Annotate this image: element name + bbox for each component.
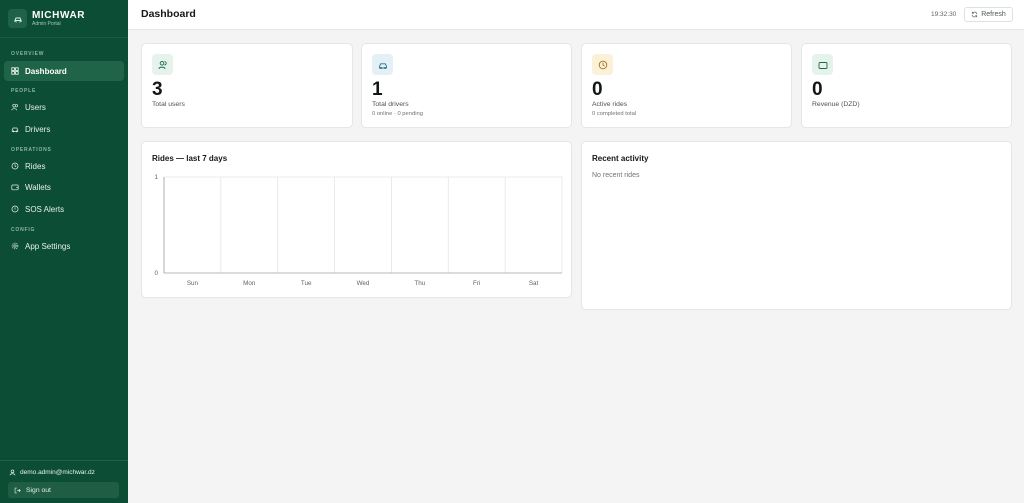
y-tick-label: 0 (154, 270, 158, 277)
nav-label-users: Users (25, 102, 46, 112)
car-icon (11, 127, 19, 133)
nav-label-sos-alerts: SOS Alerts (25, 204, 65, 214)
brand-name: MICHWAR (32, 9, 86, 21)
nav-label-drivers: Drivers (25, 124, 51, 134)
stat-subtext: 0 completed total (592, 111, 637, 117)
x-tick-label: Wed (357, 280, 370, 287)
user-icon (9, 469, 16, 476)
refresh-label: Refresh (981, 11, 1006, 18)
stat-value: 0 (812, 79, 823, 100)
x-tick-label: Fri (473, 280, 480, 287)
sidebar-footer: demo.admin@michwar.dz Sign out (0, 460, 128, 503)
nav-item-drivers[interactable]: Drivers (4, 119, 124, 139)
x-tick-label: Tue (301, 280, 312, 287)
users-icon (152, 54, 173, 75)
brand: MICHWAR Admin Portal (0, 0, 128, 38)
stat-value: 0 (592, 79, 603, 100)
stat-subtext: 0 online · 0 pending (372, 111, 423, 117)
grid-icon (11, 67, 19, 75)
stat-card-active-rides: 0 Active rides 0 completed total (581, 43, 792, 128)
car-icon (372, 54, 393, 75)
stat-label: Revenue (DZD) (812, 101, 860, 108)
nav-item-wallets[interactable]: Wallets (4, 177, 124, 197)
wallet-icon (812, 54, 833, 75)
refresh-icon (971, 11, 978, 18)
rides-chart: 0 1 Sun Mon Tue Wed Thu Fri Sat (154, 174, 563, 287)
nav-label-rides: Rides (25, 161, 46, 171)
x-tick-label: Sun (187, 280, 199, 287)
x-tick-label: Sat (529, 280, 539, 287)
alert-circle-icon (11, 205, 19, 213)
x-tick-label: Thu (414, 280, 425, 287)
users-icon (11, 103, 18, 111)
nav-item-users[interactable]: Users (4, 97, 124, 117)
refresh-button[interactable]: Refresh (964, 7, 1013, 22)
stat-value: 3 (152, 79, 163, 100)
stat-value: 1 (372, 79, 383, 100)
nav-section-people: PEOPLE (11, 88, 37, 94)
nav-section-config: CONFIG (11, 227, 36, 233)
stat-label: Active rides (592, 101, 628, 108)
brand-subtitle: Admin Portal (32, 20, 61, 27)
x-tick-label: Mon (243, 280, 256, 287)
current-user: demo.admin@michwar.dz (9, 469, 95, 476)
activity-empty-message: No recent rides (592, 172, 640, 179)
nav-item-app-settings[interactable]: App Settings (4, 236, 124, 256)
sign-out-icon (14, 487, 21, 493)
page-title: Dashboard (141, 8, 196, 20)
stat-label: Total drivers (372, 101, 409, 108)
nav-label-wallets: Wallets (25, 182, 51, 192)
sidebar: MICHWAR Admin Portal OVERVIEW Dashboard … (0, 0, 128, 503)
clock-icon (11, 162, 19, 170)
sign-out-button[interactable]: Sign out (8, 482, 119, 498)
nav-label-app-settings: App Settings (25, 241, 71, 251)
rides-chart-card: Rides — last 7 days 0 1 Sun Mon Tue Wed Thu Fri… (141, 141, 572, 298)
user-email: demo.admin@michwar.dz (20, 469, 95, 476)
top-header: Dashboard 19:32:30 Refresh (128, 0, 1024, 30)
stat-label: Total users (152, 101, 185, 108)
y-tick-label: 1 (154, 174, 158, 181)
clock-time: 19:32:30 (931, 11, 957, 18)
activity-title: Recent activity (592, 154, 649, 163)
clock-icon (592, 54, 613, 75)
stat-card-total-drivers: 1 Total drivers 0 online · 0 pending (361, 43, 572, 128)
nav-item-sos-alerts[interactable]: SOS Alerts (4, 199, 124, 219)
nav-section-overview: OVERVIEW (11, 51, 45, 57)
nav-label-dashboard: Dashboard (25, 66, 67, 76)
recent-activity-card: Recent activity No recent rides (581, 141, 1012, 310)
car-logo-icon (8, 9, 27, 28)
gear-icon (11, 242, 19, 250)
nav-section-operations: OPERATIONS (11, 147, 52, 153)
sign-out-label: Sign out (26, 486, 51, 494)
stat-card-total-users: 3 Total users (141, 43, 353, 128)
nav-item-rides[interactable]: Rides (4, 156, 124, 176)
nav-item-dashboard[interactable]: Dashboard (4, 61, 124, 81)
wallet-icon (11, 184, 19, 191)
stat-card-revenue: 0 Revenue (DZD) (801, 43, 1012, 128)
